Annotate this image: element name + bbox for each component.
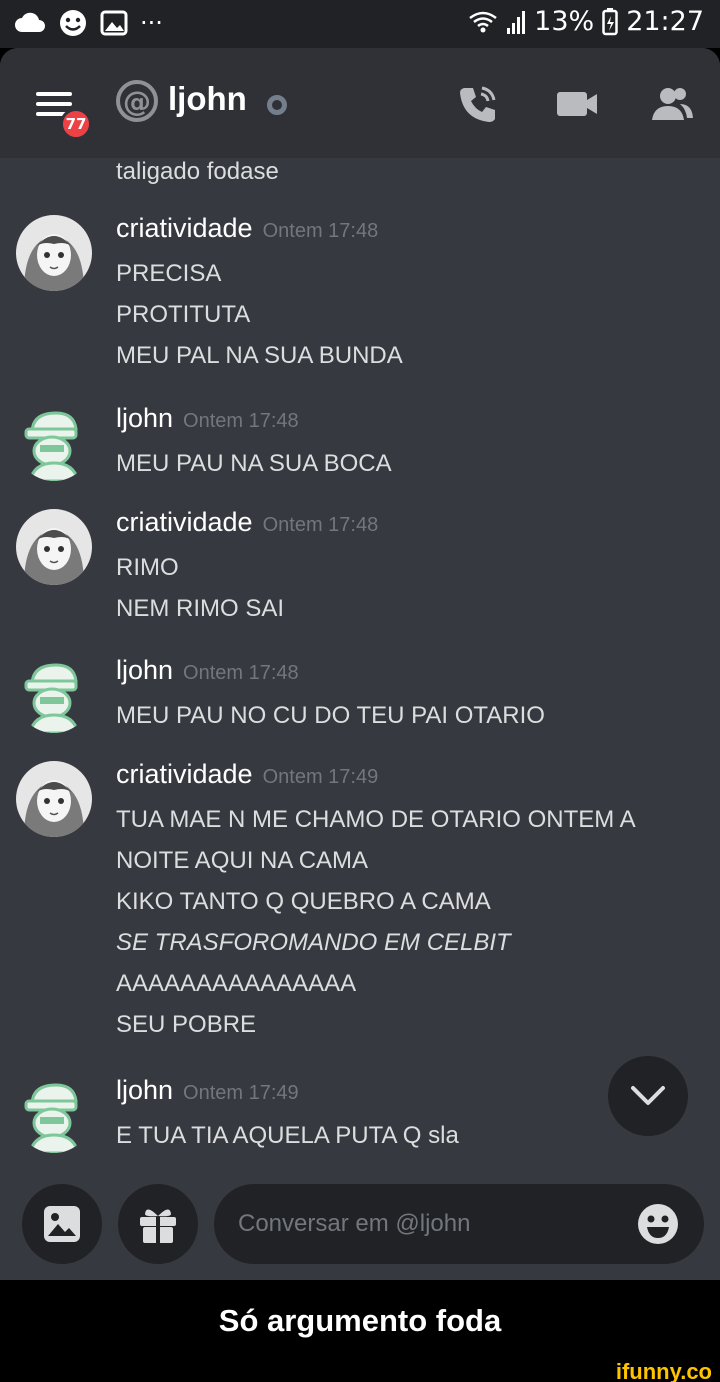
anime-girl-avatar-icon [16, 761, 92, 837]
message-input-container [214, 1184, 704, 1264]
meme-caption: Só argumento foda [0, 1280, 720, 1362]
image-icon [44, 1206, 80, 1242]
chevron-down-icon [631, 1086, 665, 1105]
message-line: SE TRASFOROMANDO EM CELBIT [116, 929, 511, 956]
message-author[interactable]: ljohn Ontem 17:48 [116, 403, 299, 434]
green-cap-character-avatar-icon [16, 1077, 92, 1153]
channel-header: 77 @ ljohn [0, 48, 720, 158]
message-author[interactable]: ljohn Ontem 17:49 [116, 1075, 299, 1106]
message-author[interactable]: criatividade Ontem 17:48 [116, 213, 378, 244]
message-line: TUA MAE N ME CHAMO DE OTARIO ONTEM A [116, 806, 636, 833]
message-line: NOITE AQUI NA CAMA [116, 847, 369, 874]
message-timestamp: Ontem 17:48 [183, 410, 299, 432]
message-input[interactable] [238, 1204, 618, 1244]
scroll-to-bottom-button[interactable] [608, 1056, 688, 1136]
at-icon: @ [116, 80, 158, 122]
page-title: ljohn [168, 80, 247, 117]
message-author[interactable]: criatividade Ontem 17:48 [116, 507, 378, 538]
message-line: MEU PAL NA SUA BUNDA [116, 342, 403, 369]
more-dots: ··· [140, 9, 163, 37]
cloud-icon [15, 12, 45, 32]
message-timestamp: Ontem 17:49 [183, 1082, 299, 1104]
green-cap-character-avatar-icon [16, 657, 92, 733]
signal-icon [507, 10, 526, 34]
anime-girl-avatar-icon [16, 509, 92, 585]
message-timestamp: Ontem 17:48 [183, 662, 299, 684]
message-timestamp: Ontem 17:48 [262, 514, 379, 536]
message-line: PROTITUTA [116, 301, 251, 328]
notification-badge: 77 [60, 108, 92, 140]
message-line: KIKO TANTO Q QUEBRO A CAMA [116, 888, 491, 915]
avatar[interactable] [16, 215, 92, 291]
discord-dm-screen: 77 @ ljohn taligado fodase criatividade … [0, 48, 720, 1280]
message-composer [0, 1172, 720, 1280]
offline-status-icon [267, 95, 287, 115]
message-line: SEU POBRE [116, 1011, 257, 1038]
anime-girl-avatar-icon [16, 215, 92, 291]
attach-image-button[interactable] [22, 1184, 102, 1264]
message-line: MEU PAU NA SUA BOCA [116, 450, 392, 477]
message-author[interactable]: criatividade Ontem 17:49 [116, 759, 378, 790]
message-line: RIMO [116, 554, 179, 581]
gallery-icon [100, 10, 128, 36]
video-icon[interactable] [555, 82, 599, 126]
battery-icon [602, 7, 618, 35]
message-line: PRECISA [116, 260, 222, 287]
avatar[interactable] [16, 509, 92, 585]
message-line: AAAAAAAAAAAAAAA [116, 970, 357, 997]
wifi-icon [469, 11, 497, 32]
avatar[interactable] [16, 1077, 92, 1153]
gift-icon [140, 1209, 176, 1243]
message-timestamp: Ontem 17:49 [262, 766, 379, 788]
call-icon[interactable] [456, 82, 500, 126]
avatar[interactable] [16, 657, 92, 733]
message-author[interactable]: ljohn Ontem 17:48 [116, 655, 299, 686]
avatar[interactable] [16, 405, 92, 481]
message-line: MEU PAU NO CU DO TEU PAI OTARIO [116, 702, 545, 729]
watermark: ifunny.co [615, 1359, 712, 1382]
gift-button[interactable] [118, 1184, 198, 1264]
message-timestamp: Ontem 17:48 [262, 220, 379, 242]
message-continuation: taligado fodase [116, 158, 279, 185]
emoji-icon[interactable] [636, 1202, 680, 1246]
members-icon[interactable] [650, 82, 694, 126]
clock: 21:27 [626, 6, 704, 37]
battery-percent: 13% [534, 6, 595, 37]
watermark-bar: ifunny.co [0, 1359, 720, 1382]
green-cap-character-avatar-icon [16, 405, 92, 481]
smiley-icon [60, 10, 86, 36]
status-bar: ··· 13% 21:27 [0, 0, 720, 48]
message-line: NEM RIMO SAI [116, 595, 285, 622]
avatar[interactable] [16, 761, 92, 837]
